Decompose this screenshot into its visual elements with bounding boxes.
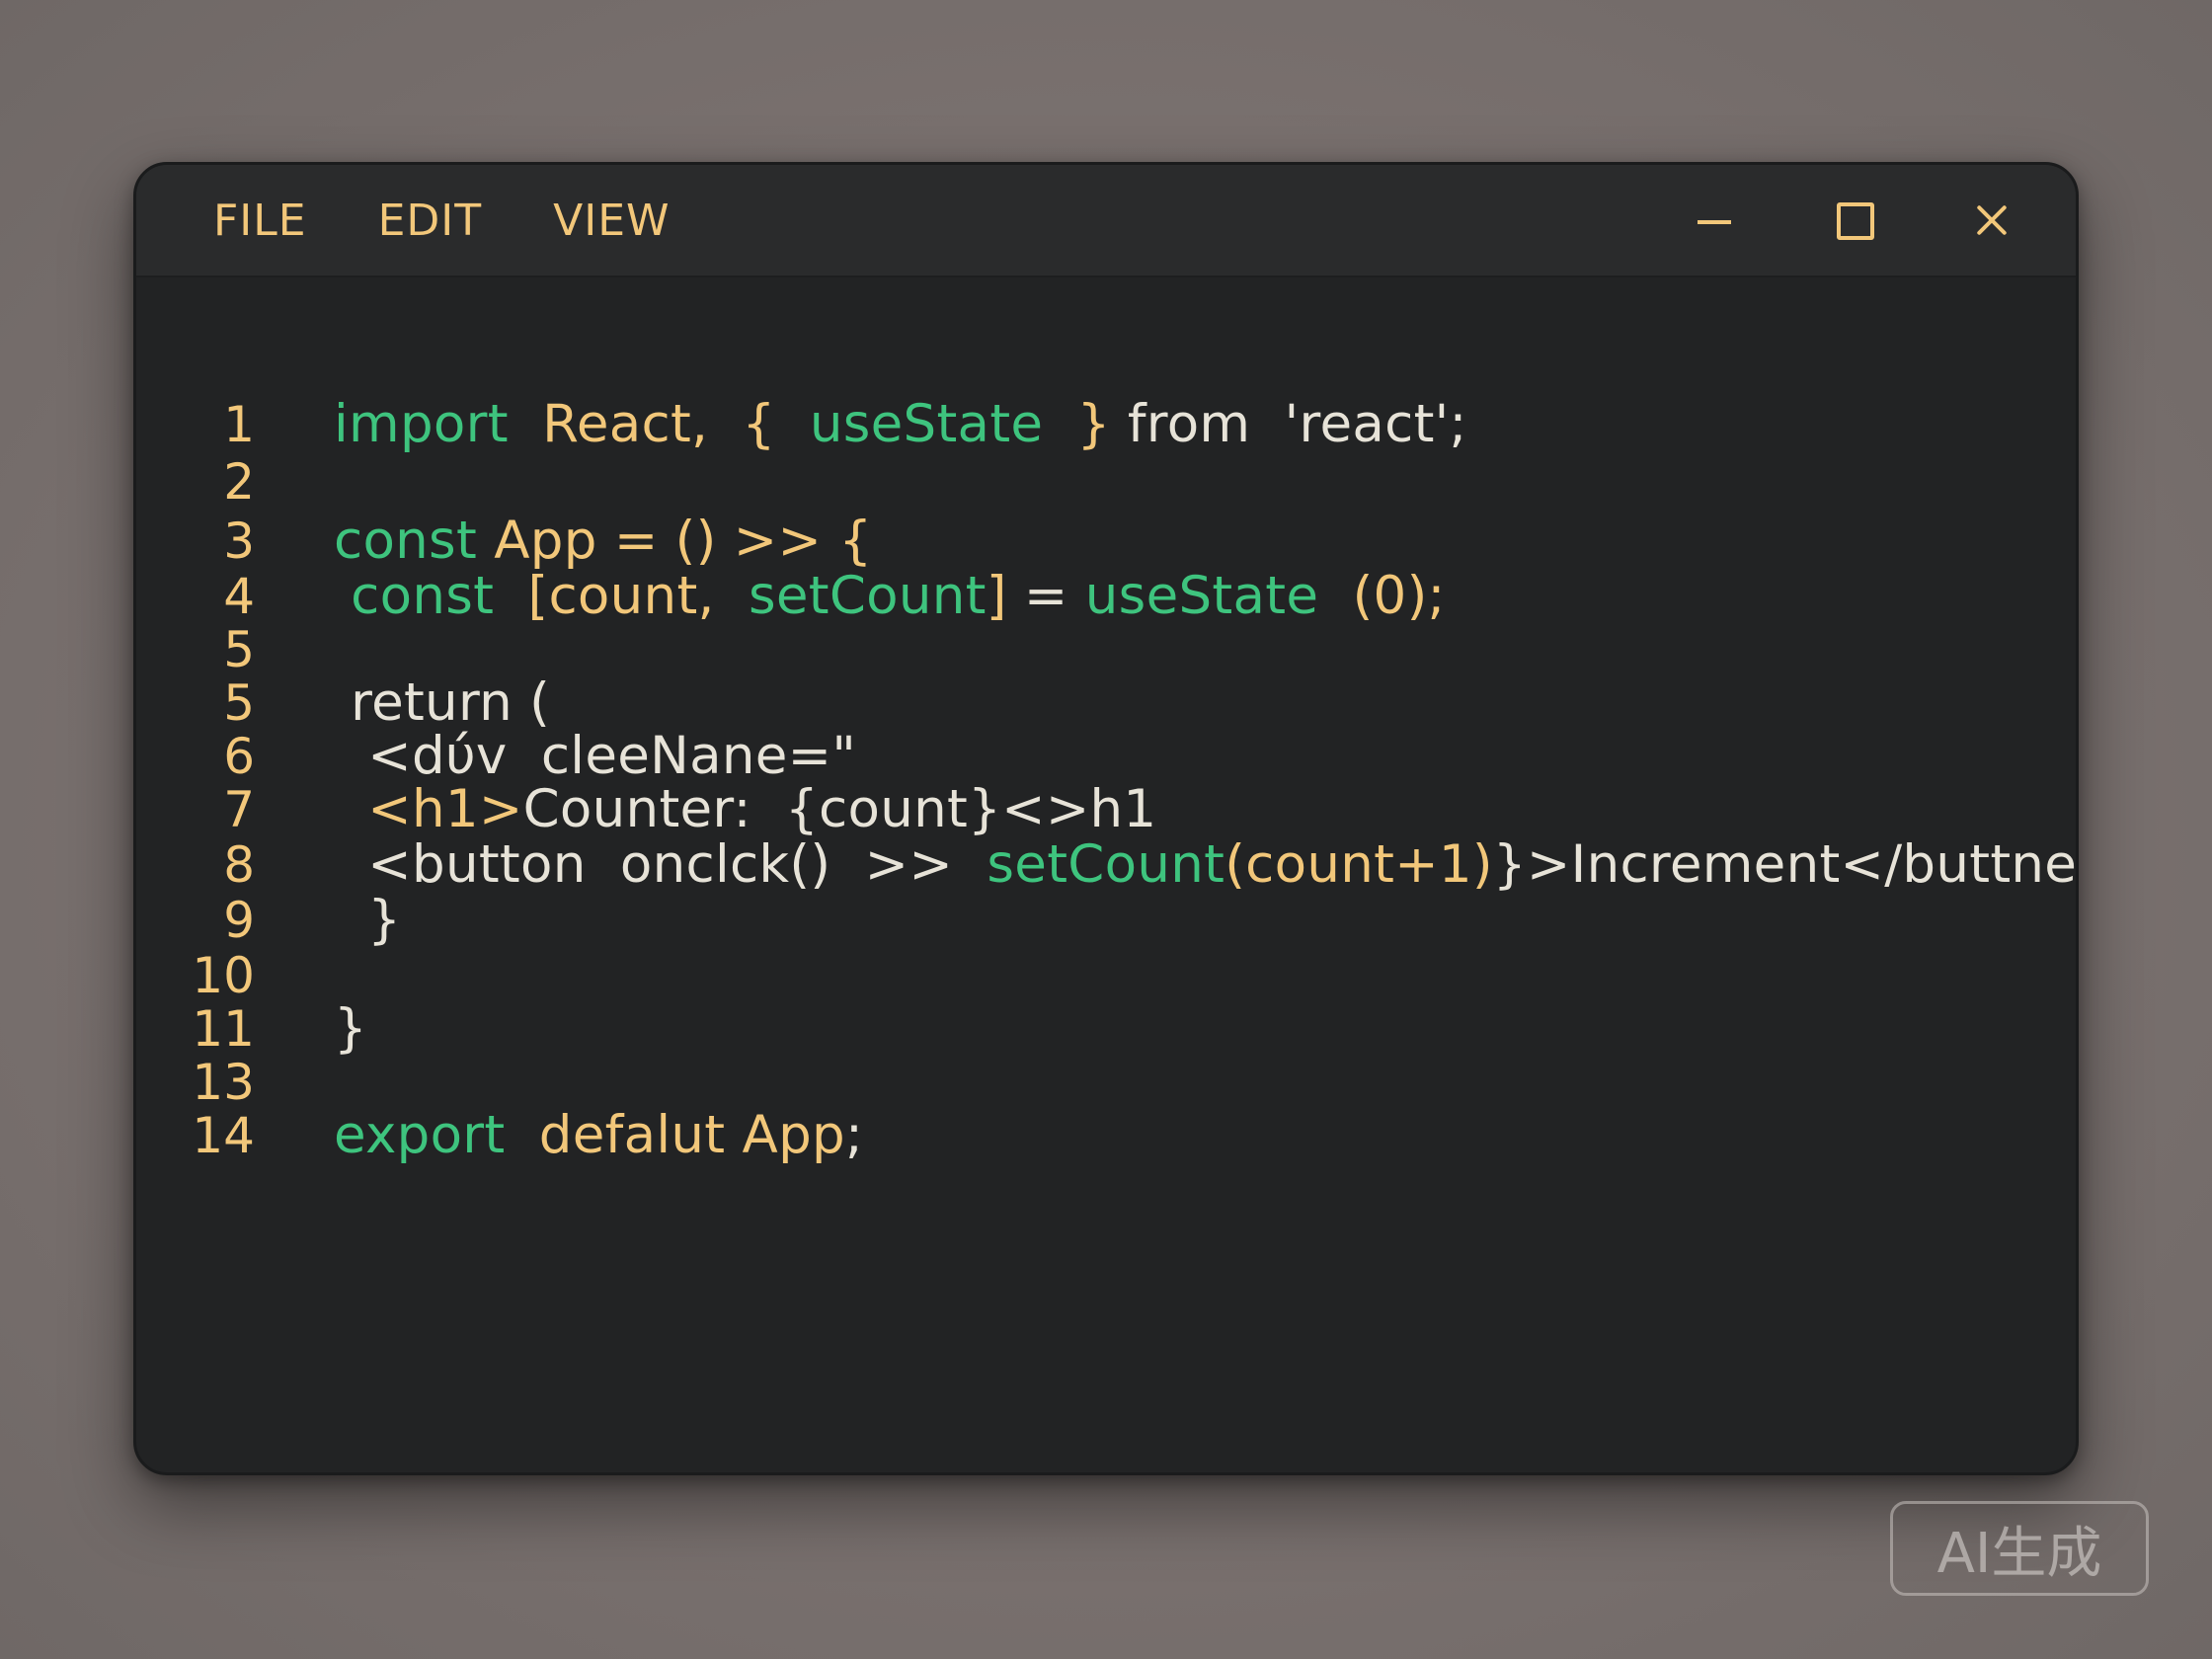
- code-token: defalut: [538, 1105, 726, 1165]
- line-number: 14: [192, 1107, 255, 1164]
- close-icon[interactable]: [1962, 191, 2021, 250]
- code-token: {: [742, 394, 776, 454]
- maximize-icon[interactable]: [1824, 191, 1883, 250]
- menu-edit[interactable]: EDIT: [378, 196, 483, 246]
- code-text: export defalut App;: [334, 1101, 863, 1170]
- code-line[interactable]: 14 export defalut App;: [136, 1101, 2076, 1170]
- code-token: import: [334, 394, 509, 454]
- code-token: from 'react';: [1110, 394, 1467, 454]
- window-controls: [1607, 165, 2021, 276]
- code-token: useState: [809, 394, 1044, 454]
- code-token: export: [334, 1105, 506, 1165]
- minimize-icon[interactable]: [1686, 191, 1745, 250]
- code-token: }: [1076, 394, 1111, 454]
- title-bar: FILE EDIT VIEW: [136, 165, 2076, 277]
- code-token: ;: [844, 1105, 864, 1165]
- menu-file[interactable]: FILE: [213, 196, 307, 246]
- code-token: App: [742, 1105, 845, 1165]
- code-editor[interactable]: 1 import React, { useState } from 'react'…: [136, 276, 2076, 1472]
- menu-view[interactable]: VIEW: [553, 196, 670, 246]
- editor-window: FILE EDIT VIEW 1 import React, { useState…: [133, 162, 2079, 1475]
- code-token: React,: [542, 394, 709, 454]
- menu-bar: FILE EDIT VIEW: [213, 165, 742, 276]
- ai-generated-watermark: AI生成: [1890, 1501, 2149, 1596]
